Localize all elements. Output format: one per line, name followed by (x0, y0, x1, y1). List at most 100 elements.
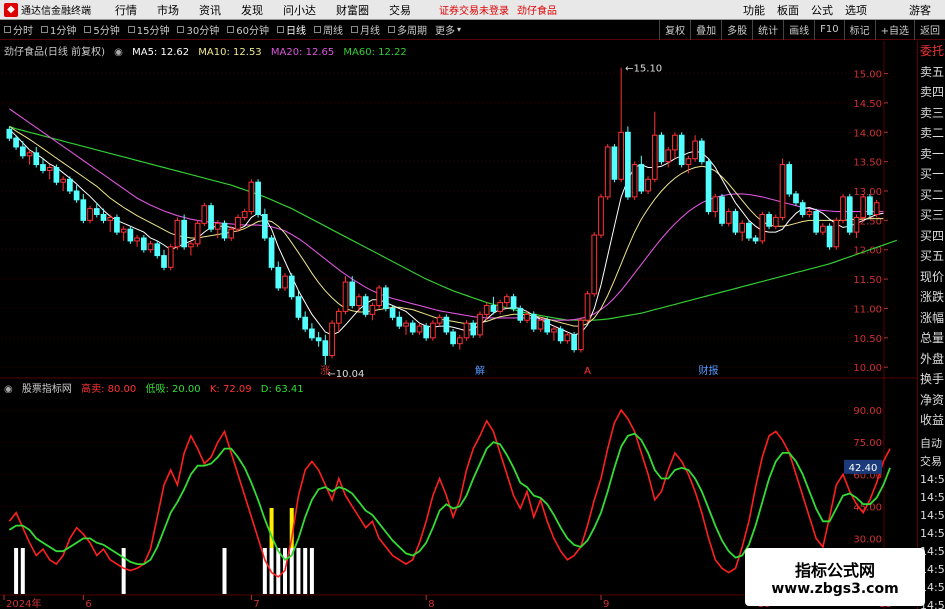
candle-up (618, 131, 625, 180)
price-tick-label: 14.50 (853, 99, 882, 110)
side-tab[interactable]: 卖三 (918, 103, 945, 124)
candle-down (625, 131, 631, 198)
side-tab[interactable]: 卖一 (918, 144, 945, 165)
candle-up (436, 316, 443, 324)
candle-down (490, 305, 497, 312)
side-tab[interactable]: 买五 (918, 246, 945, 267)
settings-icon[interactable]: ◉ (114, 47, 123, 58)
login-alert[interactable]: 证券交易未登录 (439, 2, 509, 17)
candle-down (530, 313, 537, 330)
side-time-label: 14:50 (920, 526, 945, 540)
candle-down (33, 152, 40, 166)
period-label: 5分钟 (93, 26, 120, 37)
period-1min[interactable]: 1分钟 (37, 22, 80, 37)
candle-down (517, 307, 524, 321)
side-tab[interactable]: 现价 (918, 267, 945, 288)
candle-down (705, 161, 712, 213)
candle-down (719, 196, 725, 224)
candle-down (383, 287, 389, 309)
menu-item-layout[interactable]: 板面 (771, 2, 805, 18)
f10-button[interactable]: F10 (814, 19, 843, 40)
candle-up (430, 322, 436, 339)
side-tab[interactable]: 净资 (918, 390, 945, 411)
buy-signal-bar (296, 548, 301, 594)
legend-d: D: 63.41 (260, 384, 304, 395)
candle-up (147, 243, 154, 251)
side-tab[interactable]: 收益 (918, 410, 945, 431)
menu-item-function[interactable]: 功能 (737, 2, 771, 18)
side-tab[interactable]: 卖二 (918, 123, 945, 144)
menu-item-quotes[interactable]: 行情 (105, 2, 147, 18)
candle-down (275, 266, 282, 289)
candle-up (873, 202, 880, 216)
period-daily[interactable]: 日线 (273, 22, 310, 37)
side-tab[interactable]: 卖五 (918, 62, 945, 83)
candle-down (127, 228, 134, 242)
menu-item-market[interactable]: 市场 (147, 2, 189, 18)
side-tab[interactable]: 涨跌 (918, 287, 945, 308)
menu-item-trade[interactable]: 交易 (379, 2, 421, 18)
candle-down (100, 214, 107, 221)
restore-rights-button[interactable]: 复权 (659, 19, 690, 40)
chart-area[interactable]: 10.00 10.50 11.00 11.50 12.00 12.50 13.00 13.50… (0, 41, 917, 609)
event-marker: 涨 (320, 365, 330, 377)
candle-down (638, 164, 645, 192)
candle-down (208, 205, 214, 230)
date-tick-label: 6 (85, 599, 91, 609)
side-tab[interactable]: 买二 (918, 185, 945, 206)
period-weekly[interactable]: 周线 (310, 22, 347, 37)
period-30min[interactable]: 30分钟 (173, 22, 223, 37)
menu-item-news[interactable]: 资讯 (189, 2, 231, 18)
side-tab[interactable]: 外盘 (918, 349, 945, 370)
candle-down (53, 167, 60, 183)
side-trade-tab[interactable]: 交易 (918, 453, 945, 471)
indicator-legend: ◉ 股票指标网 高卖: 80.00 低吸: 20.00 K: 72.09 D: … (4, 380, 310, 395)
add-watchlist-button[interactable]: +自选 (874, 19, 914, 40)
menu-item-discover[interactable]: 发现 (231, 2, 273, 18)
menu-item-options[interactable]: 选项 (839, 2, 873, 18)
candle-up (598, 196, 604, 236)
app-logo-icon: ◆ (4, 2, 18, 17)
period-multi[interactable]: 多周期 (384, 22, 431, 37)
side-tab[interactable]: 委托 (918, 41, 945, 62)
menu-item-wealth[interactable]: 财富圈 (326, 2, 379, 18)
menu-right-group: 功能 板面 公式 选项 游客 (737, 2, 945, 18)
guest-user[interactable]: 游客 (903, 2, 937, 18)
side-tab[interactable]: 买四 (918, 226, 945, 247)
period-60min[interactable]: 60分钟 (223, 22, 273, 37)
price-tick-label: 14.00 (853, 128, 882, 139)
side-tab[interactable]: 换手 (918, 369, 945, 390)
side-tab[interactable]: 总量 (918, 328, 945, 349)
buy-signal-bar (222, 548, 227, 594)
side-tab-list: 委托 卖五 卖四 卖三 卖二 卖一 买一 买二 买三 买四 买五 现价 涨跌 涨幅 总量 外盘 换手 净资 收益 (918, 41, 945, 431)
multi-stock-button[interactable]: 多股 (721, 19, 752, 40)
candle-up (692, 140, 698, 160)
candle-down (752, 237, 759, 242)
period-15min[interactable]: 15分钟 (124, 22, 174, 37)
back-button[interactable]: 返回 (914, 19, 945, 40)
draw-line-button[interactable]: 画线 (783, 19, 814, 40)
side-tab[interactable]: 买一 (918, 164, 945, 185)
period-monthly[interactable]: 月线 (347, 22, 384, 37)
overlay-button[interactable]: 叠加 (690, 19, 721, 40)
menu-item-formula[interactable]: 公式 (805, 2, 839, 18)
side-tab[interactable]: 买三 (918, 205, 945, 226)
price-tick-label: 11.00 (853, 304, 882, 315)
settings-icon[interactable]: ◉ (4, 384, 13, 395)
statistics-button[interactable]: 统计 (752, 19, 783, 40)
period-label: 15分钟 (136, 26, 170, 37)
side-tab[interactable]: 卖四 (918, 82, 945, 103)
side-trade-tab[interactable]: 自动 (918, 435, 945, 453)
period-intraday[interactable]: 分时 (0, 22, 37, 37)
candle-down (114, 216, 120, 233)
kline-chart[interactable]: 10.0010.5011.0011.5012.0012.5013.0013.50… (0, 41, 917, 609)
chevron-down-icon: ▾ (456, 25, 461, 34)
menu-item-ask[interactable]: 问小达 (273, 2, 326, 18)
candle-down (746, 222, 752, 239)
mark-button[interactable]: 标记 (843, 19, 875, 40)
period-more[interactable]: 更多 ▾ (431, 22, 465, 37)
period-label: 周线 (322, 26, 343, 37)
period-5min[interactable]: 5分钟 (80, 22, 123, 37)
side-tab[interactable]: 涨幅 (918, 308, 945, 329)
candle-up (342, 281, 349, 312)
